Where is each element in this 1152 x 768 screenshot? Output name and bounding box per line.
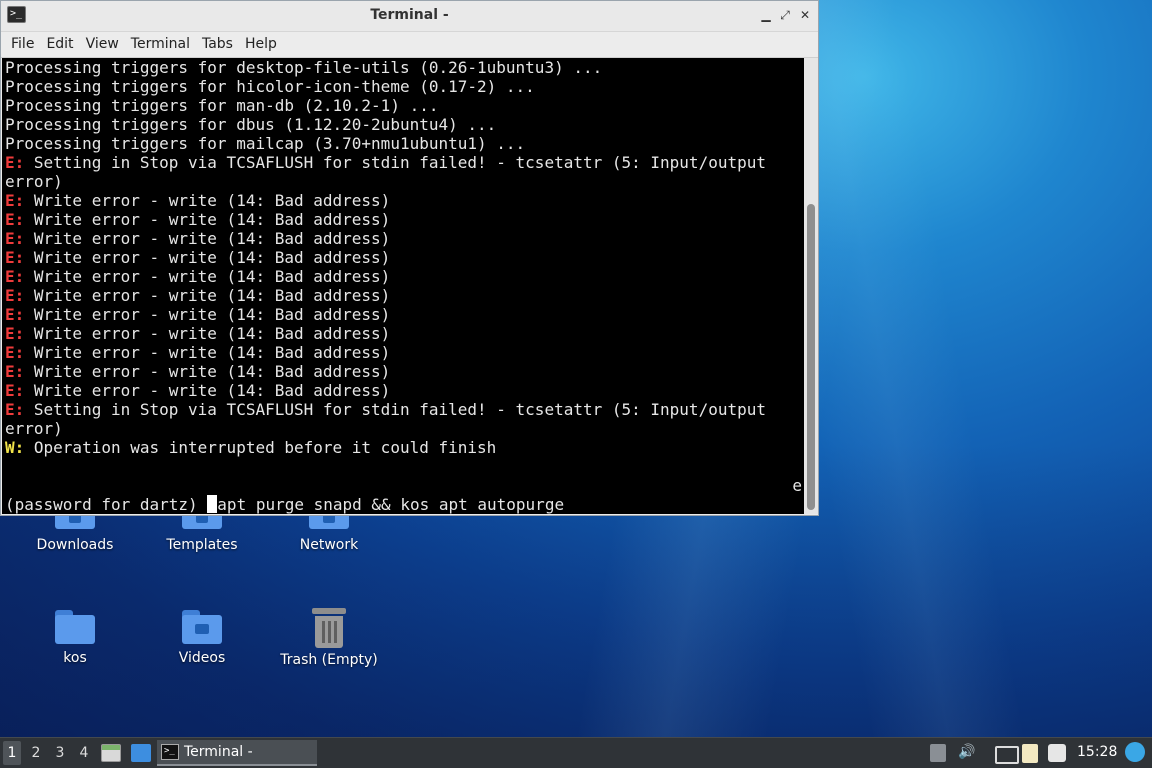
desktop-icon-videos[interactable]: Videos — [147, 610, 257, 666]
desktop-icon-label: Network — [299, 537, 359, 553]
workspace-3[interactable]: 3 — [51, 745, 69, 761]
taskbar: 1 2 3 4 >_ Terminal - 🔊 15:28 — [0, 737, 1152, 768]
desktop-icon-trash[interactable]: Trash (Empty) — [274, 608, 384, 668]
terminal-window[interactable]: >_ Terminal - ▁ ⤢ ✕ File Edit View Termi… — [0, 0, 819, 516]
desktop-icon-network[interactable]: Network — [274, 537, 384, 553]
terminal-error-line: E: Write error - write (14: Bad address) — [5, 362, 391, 381]
terminal-error-line: E: Write error - write (14: Bad address) — [5, 191, 391, 210]
menu-view[interactable]: View — [80, 32, 125, 57]
trash-icon — [312, 608, 346, 648]
menu-file[interactable]: File — [5, 32, 40, 57]
clipboard-icon[interactable] — [1022, 744, 1038, 763]
window-titlebar[interactable]: >_ Terminal - ▁ ⤢ ✕ — [1, 1, 818, 32]
workspace-2[interactable]: 2 — [27, 745, 45, 761]
terminal-prompt-line[interactable]: (password for dartz) apt purge snapd && … — [2, 495, 804, 514]
desktop-icon-kos[interactable]: kos — [20, 610, 130, 666]
workspace-4[interactable]: 4 — [75, 745, 93, 761]
terminal-icon: >_ — [161, 744, 179, 760]
terminal-error-line: E: Write error - write (14: Bad address) — [5, 343, 391, 362]
terminal-line: error) — [5, 172, 63, 191]
terminal-edge-char: e — [792, 476, 802, 495]
menu-tabs[interactable]: Tabs — [196, 32, 239, 57]
update-notifier-icon[interactable] — [930, 744, 946, 762]
menu-edit[interactable]: Edit — [40, 32, 79, 57]
window-title: Terminal - — [370, 7, 449, 23]
menu-help[interactable]: Help — [239, 32, 283, 57]
desktop-icon-label: Trash (Empty) — [280, 652, 378, 668]
show-desktop-icon[interactable] — [131, 744, 151, 762]
terminal-scrollbar[interactable] — [804, 58, 818, 514]
terminal-line: Processing triggers for man-db (2.10.2-1… — [5, 96, 439, 115]
terminal-line: Processing triggers for dbus (1.12.20-2u… — [5, 115, 497, 134]
desktop-icon-label: Downloads — [36, 537, 114, 553]
terminal-line: Processing triggers for hicolor-icon-the… — [5, 77, 535, 96]
desktop-icon-downloads[interactable]: Downloads — [20, 537, 130, 553]
terminal-error-line: E: Write error - write (14: Bad address) — [5, 229, 391, 248]
terminal-error-line: E: Write error - write (14: Bad address) — [5, 381, 391, 400]
terminal-line: Processing triggers for mailcap (3.70+nm… — [5, 134, 526, 153]
terminal-error-line: E: Write error - write (14: Bad address) — [5, 286, 391, 305]
desktop-icon-label: Videos — [178, 650, 226, 666]
terminal-error-line: E: Write error - write (14: Bad address) — [5, 248, 391, 267]
workspace-1[interactable]: 1 — [3, 741, 21, 765]
scrollbar-thumb[interactable] — [807, 204, 815, 510]
close-icon[interactable]: ✕ — [797, 7, 813, 23]
terminal-error-line: E: Setting in Stop via TCSAFLUSH for std… — [5, 153, 766, 172]
terminal-line: error) — [5, 419, 63, 438]
clock[interactable]: 15:28 — [1077, 744, 1117, 760]
terminal-error-line: E: Write error - write (14: Bad address) — [5, 267, 391, 286]
keyboard-icon[interactable] — [995, 746, 1019, 764]
notification-icon[interactable] — [1048, 744, 1066, 762]
terminal-error-line: E: Write error - write (14: Bad address) — [5, 305, 391, 324]
terminal-error-line: E: Setting in Stop via TCSAFLUSH for std… — [5, 400, 766, 419]
videos-folder-icon — [182, 610, 222, 644]
minimize-icon[interactable]: ▁ — [758, 7, 774, 23]
desktop-icon-label: Templates — [166, 537, 238, 553]
templates-folder-icon[interactable] — [182, 515, 222, 529]
volume-icon[interactable]: 🔊 — [958, 744, 975, 760]
maximize-icon[interactable]: ⤢ — [777, 7, 793, 23]
taskbar-terminal-button[interactable]: >_ Terminal - — [157, 740, 317, 766]
distro-logo-icon[interactable] — [1125, 742, 1145, 762]
terminal-output[interactable]: Processing triggers for desktop-file-uti… — [2, 58, 804, 514]
terminal-error-line: E: Write error - write (14: Bad address) — [5, 324, 391, 343]
password-prompt: (password for dartz) — [5, 495, 208, 514]
network-folder-icon[interactable] — [309, 515, 349, 529]
typed-command: apt purge snapd && kos apt autopurge — [217, 495, 565, 514]
terminal-line: Processing triggers for desktop-file-uti… — [5, 58, 603, 77]
desktop-icon-label: kos — [63, 650, 87, 666]
terminal-warning-line: W: Operation was interrupted before it c… — [5, 438, 497, 457]
terminal-error-line: E: Write error - write (14: Bad address) — [5, 210, 391, 229]
folder-icon — [55, 610, 95, 644]
menu-terminal[interactable]: Terminal — [125, 32, 196, 57]
desktop-icon-templates[interactable]: Templates — [147, 537, 257, 553]
downloads-folder-icon[interactable] — [55, 515, 95, 529]
text-cursor — [207, 495, 218, 513]
menu-bar: File Edit View Terminal Tabs Help — [1, 32, 818, 58]
taskbar-task-label: Terminal - — [184, 744, 253, 760]
file-manager-icon[interactable] — [101, 744, 121, 762]
